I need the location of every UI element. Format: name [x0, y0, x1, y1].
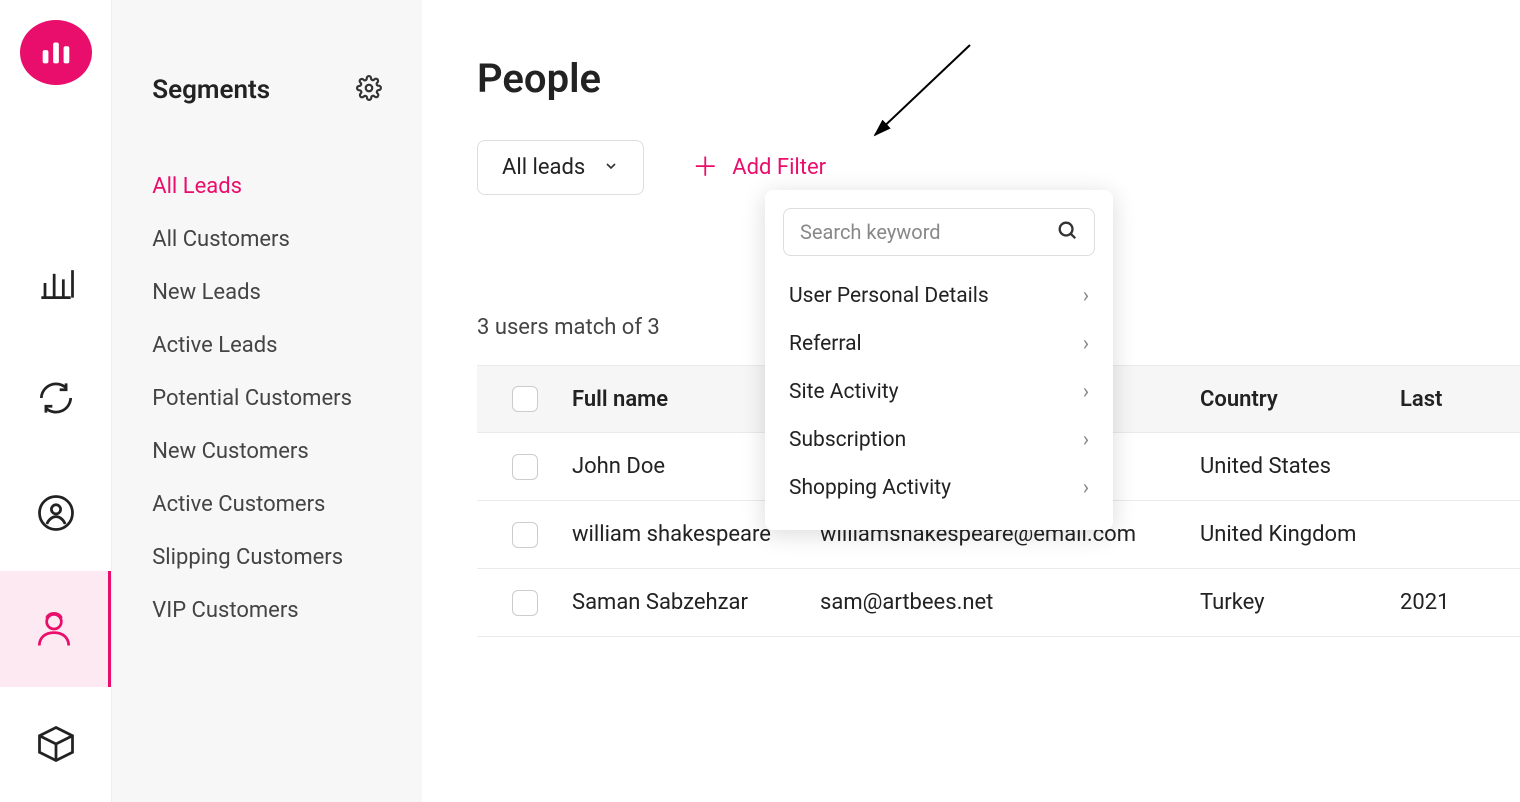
- filter-category[interactable]: Shopping Activity›: [783, 464, 1095, 512]
- filter-categories: User Personal Details› Referral› Site Ac…: [783, 272, 1095, 512]
- nav-analytics[interactable]: [0, 225, 111, 340]
- row-checkbox[interactable]: [512, 522, 538, 548]
- filter-popover: User Personal Details› Referral› Site Ac…: [765, 190, 1113, 530]
- filter-search[interactable]: [783, 208, 1095, 256]
- segment-item[interactable]: VIP Customers: [152, 584, 422, 637]
- cell-country: United States: [1200, 454, 1400, 479]
- filter-category[interactable]: User Personal Details›: [783, 272, 1095, 320]
- toolbar: All leads ＋ Add Filter: [477, 140, 1520, 195]
- chevron-right-icon: ›: [1083, 284, 1089, 308]
- nav-sync[interactable]: [0, 340, 111, 455]
- page-title: People: [477, 55, 1520, 102]
- cell-country: United Kingdom: [1200, 522, 1400, 547]
- filter-category[interactable]: Site Activity›: [783, 368, 1095, 416]
- segment-item[interactable]: All Leads: [152, 160, 422, 213]
- cell-email: sam@artbees.net: [820, 590, 1200, 615]
- search-icon: [1056, 219, 1078, 245]
- row-checkbox[interactable]: [512, 590, 538, 616]
- chevron-down-icon: [603, 155, 619, 180]
- segments-sidebar: Segments All Leads All Customers New Lea…: [112, 0, 422, 802]
- nav-rail: [0, 0, 112, 802]
- segment-item[interactable]: All Customers: [152, 213, 422, 266]
- sidebar-title: Segments: [152, 75, 270, 105]
- select-all-checkbox[interactable]: [512, 386, 538, 412]
- chevron-right-icon: ›: [1083, 332, 1089, 356]
- segment-item[interactable]: Potential Customers: [152, 372, 422, 425]
- filter-category[interactable]: Subscription›: [783, 416, 1095, 464]
- nav-people[interactable]: [0, 571, 111, 686]
- plus-icon: ＋: [692, 155, 718, 181]
- segment-item[interactable]: Active Customers: [152, 478, 422, 531]
- segment-dropdown[interactable]: All leads: [477, 140, 644, 195]
- gear-icon[interactable]: [356, 75, 382, 105]
- segment-item[interactable]: New Customers: [152, 425, 422, 478]
- nav-audience[interactable]: [0, 456, 111, 571]
- segment-item[interactable]: Slipping Customers: [152, 531, 422, 584]
- nav-products[interactable]: [0, 687, 111, 802]
- add-filter-label: Add Filter: [732, 155, 826, 180]
- app-logo: [20, 20, 92, 85]
- search-input[interactable]: [800, 220, 1056, 244]
- cell-name: Saman Sabzehzar: [572, 590, 820, 615]
- segment-item[interactable]: Active Leads: [152, 319, 422, 372]
- table-row[interactable]: Saman Sabzehzar sam@artbees.net Turkey 2…: [477, 569, 1520, 637]
- cell-last: 2021: [1400, 590, 1520, 615]
- segment-item[interactable]: New Leads: [152, 266, 422, 319]
- col-country[interactable]: Country: [1200, 387, 1400, 412]
- segments-list: All Leads All Customers New Leads Active…: [152, 160, 422, 637]
- chevron-right-icon: ›: [1083, 476, 1089, 500]
- cell-country: Turkey: [1200, 590, 1400, 615]
- chevron-right-icon: ›: [1083, 428, 1089, 452]
- add-filter-button[interactable]: ＋ Add Filter: [692, 155, 826, 181]
- filter-category[interactable]: Referral›: [783, 320, 1095, 368]
- chevron-right-icon: ›: [1083, 380, 1089, 404]
- col-last[interactable]: Last: [1400, 387, 1520, 412]
- row-checkbox[interactable]: [512, 454, 538, 480]
- dropdown-label: All leads: [502, 155, 585, 180]
